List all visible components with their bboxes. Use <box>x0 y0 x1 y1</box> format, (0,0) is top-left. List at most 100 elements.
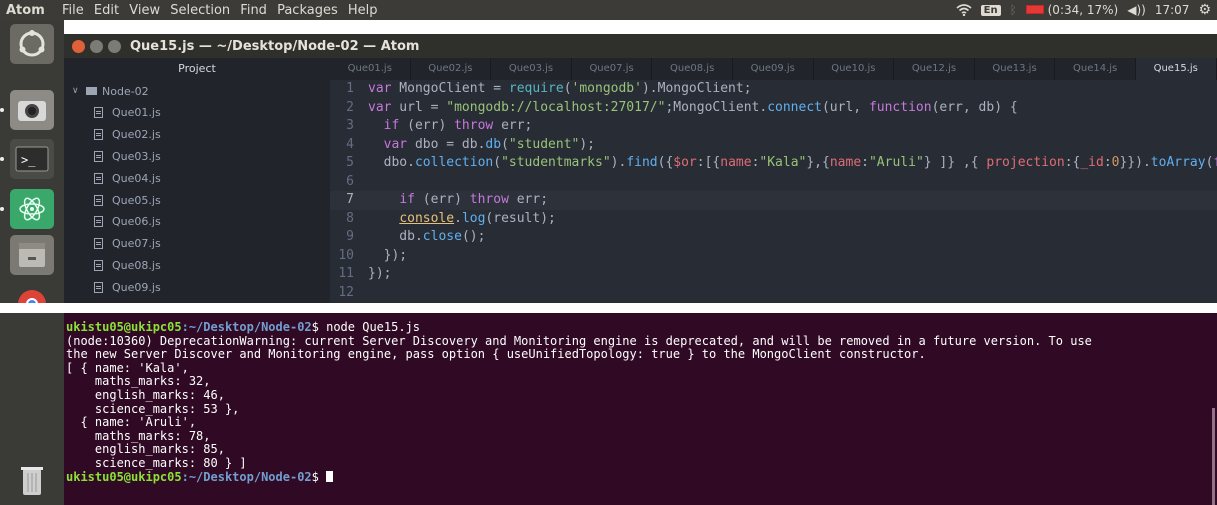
atom-icon[interactable] <box>10 189 54 229</box>
editor-tab[interactable]: Que10.js <box>814 58 895 80</box>
editor-tab[interactable]: Que13.js <box>975 58 1056 80</box>
file-icon <box>94 129 103 141</box>
terminal-output: (node:10360) DeprecationWarning: current… <box>66 335 1217 471</box>
project-header: Project <box>178 62 216 75</box>
editor-tab[interactable]: Que01.js <box>330 58 411 80</box>
code-line: 10 }); <box>330 247 1217 266</box>
code-text: }); <box>368 247 408 263</box>
prompt-sign: $ <box>311 470 327 484</box>
code-line: 8 console.log(result); <box>330 210 1217 229</box>
prompt-path: :~/Desktop/Node-02 <box>181 470 312 484</box>
code-line: 7 if (err) throw err; <box>330 191 1217 210</box>
editor-tab[interactable]: Que03.js <box>491 58 572 80</box>
settings-gear-icon[interactable]: ⚙ <box>1198 2 1211 18</box>
editor-tab[interactable]: Que02.js <box>411 58 492 80</box>
tree-file-item[interactable]: Que06.js <box>64 211 330 233</box>
file-label: Que06.js <box>112 215 161 229</box>
running-indicator <box>0 108 4 112</box>
window-maximize-button[interactable] <box>108 39 121 53</box>
menu-find[interactable]: Find <box>240 3 267 18</box>
file-label: Que08.js <box>112 258 161 272</box>
code-text: dbo.collection("studentmarks").find({$or… <box>368 155 1217 170</box>
launcher: >_ <box>0 20 64 303</box>
editor-tab[interactable]: Que15.js <box>1135 58 1217 80</box>
trash-icon[interactable] <box>10 461 54 501</box>
line-number: 4 <box>346 136 354 152</box>
code-line: 9 db.close(); <box>330 228 1217 247</box>
line-number: 7 <box>346 192 354 207</box>
app-name: Atom <box>6 2 45 18</box>
file-icon <box>94 259 103 271</box>
code-text: console.log(result); <box>399 210 556 226</box>
code-line: 12 <box>330 284 1217 303</box>
window-gap <box>64 303 1217 313</box>
file-icon <box>94 281 103 293</box>
window-titlebar[interactable]: Que15.js — ~/Desktop/Node-02 — Atom <box>64 34 1217 58</box>
chrome-icon[interactable] <box>10 282 54 303</box>
code-text: var dbo = db.db("student"); <box>383 136 596 152</box>
running-indicator <box>0 157 4 161</box>
tree-file-item[interactable]: Que05.js <box>64 189 330 211</box>
menu-edit[interactable]: Edit <box>94 3 119 18</box>
tree-file-item[interactable]: Que03.js <box>64 146 330 168</box>
camera-icon[interactable] <box>10 90 54 130</box>
tree-root-folder[interactable]: ∨ Node-02 <box>64 80 330 102</box>
menu-selection[interactable]: Selection <box>170 3 230 18</box>
tree-file-item[interactable]: Que04.js <box>64 167 330 189</box>
code-text: }); <box>368 266 392 281</box>
terminal-output-line: (node:10360) DeprecationWarning: current… <box>66 334 1092 348</box>
terminal-icon[interactable]: >_ <box>10 139 54 179</box>
tree-file-item[interactable]: Que07.js <box>64 233 330 255</box>
window-close-button[interactable] <box>72 39 85 53</box>
tab-bar: Que01.js Que02.js Que03.js Que07.js Que08.js… <box>330 58 1217 80</box>
file-label: Que02.js <box>112 128 161 142</box>
file-label: Que01.js <box>112 106 161 120</box>
terminal-window[interactable]: ukistu05@ukipc05:~/Desktop/Node-02$ node… <box>64 313 1217 505</box>
terminal-prompt-line: ukistu05@ukipc05:~/Desktop/Node-02$ <box>66 470 1217 485</box>
running-indicator <box>0 207 4 211</box>
battery-status: (0:34, 17%) <box>1047 3 1119 17</box>
terminal-command: node Que15.js <box>326 321 421 334</box>
prompt-user: ukistu05@ukipc05 <box>66 470 182 484</box>
line-number: 10 <box>338 247 354 263</box>
menu-view[interactable]: View <box>129 3 160 18</box>
tree-file-item[interactable]: Que08.js <box>64 255 330 277</box>
prompt-path: :~/Desktop/Node-02 <box>181 321 312 334</box>
files-icon[interactable] <box>10 235 54 275</box>
line-number: 12 <box>338 284 354 300</box>
bluetooth-icon[interactable]: ᛒ <box>1010 3 1017 17</box>
tree-file-item[interactable]: Que09.js <box>64 276 330 298</box>
launcher-lower <box>0 313 64 505</box>
terminal-scrollbar[interactable] <box>1212 408 1215 505</box>
editor-tab[interactable]: Que14.js <box>1055 58 1136 80</box>
menu-help[interactable]: Help <box>348 3 378 18</box>
editor-tab[interactable]: Que12.js <box>894 58 975 80</box>
terminal-output-line: [ { name: 'Kala', <box>66 361 189 375</box>
line-number: 8 <box>346 210 354 226</box>
file-label: Que04.js <box>112 171 161 185</box>
editor-tab[interactable]: Que08.js <box>652 58 733 80</box>
file-icon <box>94 172 103 184</box>
volume-icon[interactable]: ◀)) <box>1127 3 1146 17</box>
battery-indicator[interactable]: (0:34, 17%) <box>1025 3 1119 17</box>
top-panel: Atom File Edit View Selection Find Packa… <box>0 0 1217 20</box>
clock[interactable]: 17:07 <box>1155 3 1190 17</box>
file-label: Que03.js <box>112 149 161 163</box>
menu-packages[interactable]: Packages <box>277 3 338 18</box>
code-line: 2 var url = "mongodb://localhost:27017/";… <box>330 99 1217 118</box>
code-editor[interactable]: 1 var MongoClient = require('mongodb').Mo… <box>330 80 1217 303</box>
menu-file[interactable]: File <box>62 3 84 18</box>
terminal-cursor <box>326 470 334 482</box>
ubuntu-dash-icon[interactable] <box>10 24 54 64</box>
editor-tab[interactable]: Que09.js <box>733 58 814 80</box>
terminal-output-line: maths_marks: 78, <box>66 429 211 443</box>
system-tray: En ᛒ (0:34, 17%) ◀)) 17:07 ⚙ <box>956 0 1211 20</box>
file-label: Que09.js <box>112 280 161 294</box>
tree-file-item[interactable]: Que02.js <box>64 124 330 146</box>
keyboard-language[interactable]: En <box>980 4 1001 16</box>
tree-file-item[interactable]: Que01.js <box>64 102 330 124</box>
wifi-icon[interactable] <box>956 4 972 16</box>
editor-tab[interactable]: Que07.js <box>572 58 653 80</box>
window-minimize-button[interactable] <box>90 39 103 53</box>
terminal-output-line: the new Server Discover and Monitoring e… <box>66 348 926 362</box>
